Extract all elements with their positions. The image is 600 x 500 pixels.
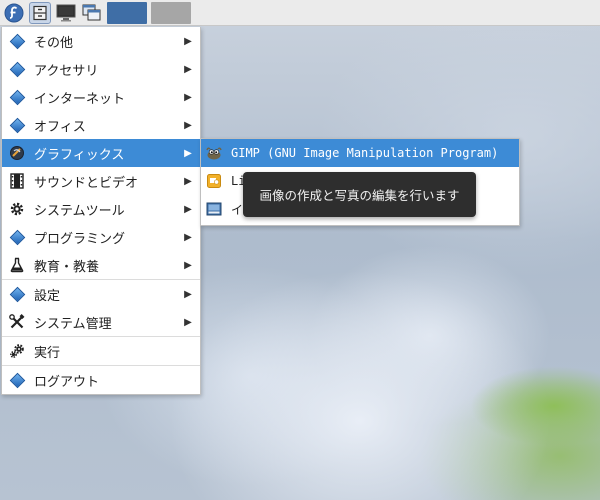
flask-icon xyxy=(9,257,25,273)
tooltip: 画像の作成と写真の編集を行います xyxy=(243,172,476,217)
submenu-arrow-icon: ▶ xyxy=(184,316,192,328)
fedora-logo-icon xyxy=(4,3,24,22)
menu-item-label: システム管理 xyxy=(34,316,112,332)
terminal-button[interactable] xyxy=(55,2,77,24)
wallpaper-grass xyxy=(470,366,600,446)
file-cabinet-icon xyxy=(33,5,47,20)
menu-item-settings[interactable]: 設定 ▶ xyxy=(2,280,200,308)
run-gears-icon xyxy=(9,343,25,359)
category-diamond-icon xyxy=(9,61,25,77)
submenu-arrow-icon: ▶ xyxy=(184,63,192,75)
submenu-arrow-icon: ▶ xyxy=(184,35,192,47)
category-diamond-icon xyxy=(9,286,25,302)
menu-item-programming[interactable]: プログラミング ▶ xyxy=(2,223,200,251)
category-diamond-icon xyxy=(9,89,25,105)
submenu-item-label: イ xyxy=(231,202,244,217)
menu-item-label: 実行 xyxy=(34,345,61,361)
category-diamond-icon xyxy=(9,33,25,49)
category-diamond-icon xyxy=(9,117,25,133)
gear-icon xyxy=(9,201,25,217)
window-stack-icon xyxy=(82,4,101,20)
application-menu: その他 ▶ アクセサリ ▶ インターネット ▶ オフィス ▶ グラフィックス ▶ xyxy=(1,27,201,395)
libreoffice-draw-icon xyxy=(206,173,222,189)
film-strip-icon xyxy=(9,173,25,189)
menu-item-label: システムツール xyxy=(34,203,125,219)
menu-item-label: 設定 xyxy=(34,288,61,304)
submenu-arrow-icon: ▶ xyxy=(184,288,192,300)
tooltip-text: 画像の作成と写真の編集を行います xyxy=(259,188,460,203)
category-diamond-icon xyxy=(9,229,25,245)
menu-item-label: その他 xyxy=(34,35,74,51)
menu-item-label: オフィス xyxy=(34,119,86,135)
menu-item-run[interactable]: 実行 xyxy=(2,337,200,365)
tools-icon xyxy=(9,314,25,330)
taskbar-task-inactive[interactable] xyxy=(151,1,191,24)
submenu-arrow-icon: ▶ xyxy=(184,119,192,131)
menu-item-administration[interactable]: システム管理 ▶ xyxy=(2,308,200,336)
submenu-arrow-icon: ▶ xyxy=(184,91,192,103)
monitor-icon xyxy=(56,4,76,21)
menu-item-internet[interactable]: インターネット ▶ xyxy=(2,83,200,111)
menu-item-label: グラフィックス xyxy=(34,147,125,163)
graphics-icon xyxy=(9,145,25,161)
submenu-item-label: GIMP (GNU Image Manipulation Program) xyxy=(231,146,499,160)
submenu-item-gimp[interactable]: GIMP (GNU Image Manipulation Program) xyxy=(201,139,519,167)
submenu-arrow-icon: ▶ xyxy=(184,147,192,159)
menu-item-graphics[interactable]: グラフィックス ▶ xyxy=(2,139,200,167)
menu-item-label: プログラミング xyxy=(34,231,126,247)
desktop-switch-button[interactable] xyxy=(81,2,103,24)
app-menu-button[interactable] xyxy=(3,2,25,24)
submenu-arrow-icon: ▶ xyxy=(184,231,192,243)
gimp-icon xyxy=(206,145,222,161)
menu-item-logout[interactable]: ログアウト xyxy=(2,366,200,394)
menu-item-system-tools[interactable]: システムツール ▶ xyxy=(2,195,200,223)
submenu-arrow-icon: ▶ xyxy=(184,259,192,271)
image-viewer-icon xyxy=(206,201,222,217)
menu-item-office[interactable]: オフィス ▶ xyxy=(2,111,200,139)
menu-item-label: 教育・教養 xyxy=(34,259,100,275)
menu-item-sound-video[interactable]: サウンドとビデオ ▶ xyxy=(2,167,200,195)
menu-item-label: インターネット xyxy=(34,91,126,107)
menu-item-other[interactable]: その他 ▶ xyxy=(2,27,200,55)
taskbar-task-active[interactable] xyxy=(107,1,147,24)
menu-item-label: ログアウト xyxy=(34,374,100,390)
category-diamond-icon xyxy=(9,372,25,388)
menu-item-label: アクセサリ xyxy=(34,63,99,79)
menu-item-accessories[interactable]: アクセサリ ▶ xyxy=(2,55,200,83)
top-panel xyxy=(0,0,600,26)
submenu-arrow-icon: ▶ xyxy=(184,175,192,187)
menu-item-education[interactable]: 教育・教養 ▶ xyxy=(2,251,200,279)
submenu-arrow-icon: ▶ xyxy=(184,203,192,215)
file-manager-button[interactable] xyxy=(29,1,51,24)
menu-item-label: サウンドとビデオ xyxy=(34,175,139,191)
